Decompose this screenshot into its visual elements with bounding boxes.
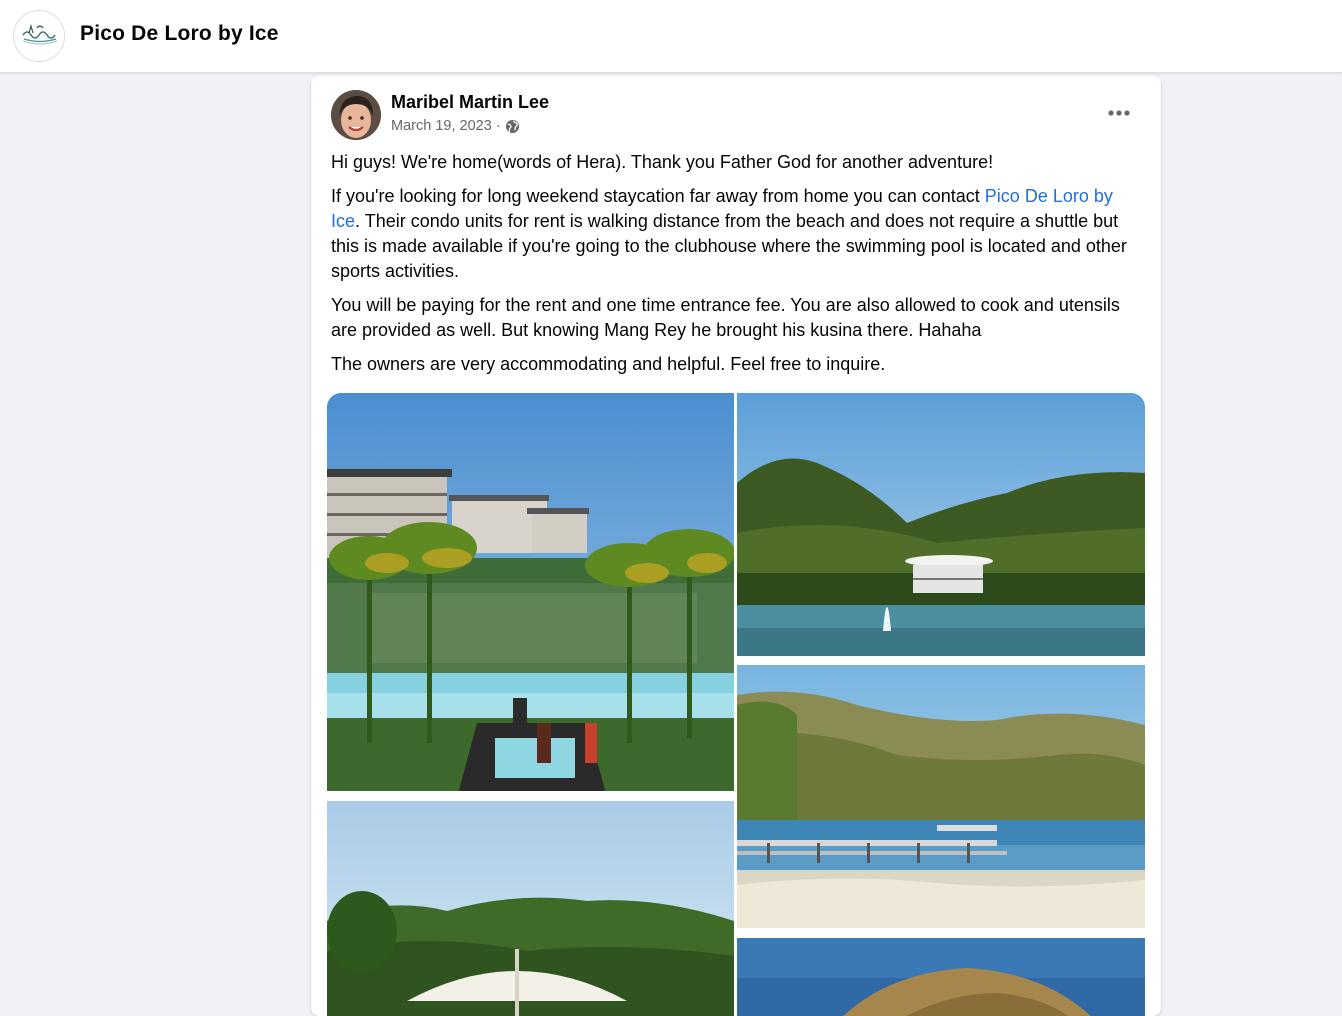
page-title[interactable]: Pico De Loro by Ice bbox=[80, 22, 279, 46]
globe-icon[interactable] bbox=[505, 119, 520, 134]
photo-umbrella-hills[interactable] bbox=[327, 801, 734, 1016]
more-options-button[interactable] bbox=[1101, 96, 1137, 128]
photo-grid bbox=[327, 393, 1145, 1016]
post-paragraph-1: Hi guys! We're home(words of Hera). Than… bbox=[331, 152, 994, 172]
post-meta: March 19, 2023 · bbox=[391, 118, 520, 134]
pico-de-loro-logo-icon[interactable] bbox=[13, 10, 65, 62]
photo-island-hill[interactable] bbox=[737, 938, 1145, 1016]
post-date[interactable]: March 19, 2023 bbox=[391, 118, 492, 134]
author-avatar[interactable] bbox=[331, 90, 381, 140]
more-options-icon bbox=[1108, 103, 1130, 121]
meta-separator: · bbox=[495, 118, 501, 134]
photo-pier-beach[interactable] bbox=[737, 665, 1145, 935]
paragraph-2-text-end: . Their condo units for rent is walking … bbox=[331, 211, 1127, 281]
post-paragraph-3: You will be paying for the rent and one … bbox=[331, 295, 1120, 340]
page-header: Pico De Loro by Ice bbox=[0, 0, 1342, 73]
post-paragraph-4: The owners are very accommodating and he… bbox=[331, 354, 886, 374]
author-name[interactable]: Maribel Martin Lee bbox=[391, 92, 549, 113]
post-body: Hi guys! We're home(words of Hera). Than… bbox=[331, 150, 1131, 386]
photo-lake-fountain[interactable] bbox=[737, 393, 1145, 663]
paragraph-2-text-start: If you're looking for long weekend stayc… bbox=[331, 186, 985, 206]
photo-pool-palms[interactable] bbox=[327, 393, 734, 798]
post-card: Maribel Martin Lee March 19, 2023 · Hi g… bbox=[311, 76, 1161, 1016]
post-paragraph-2: If you're looking for long weekend stayc… bbox=[331, 184, 1131, 284]
